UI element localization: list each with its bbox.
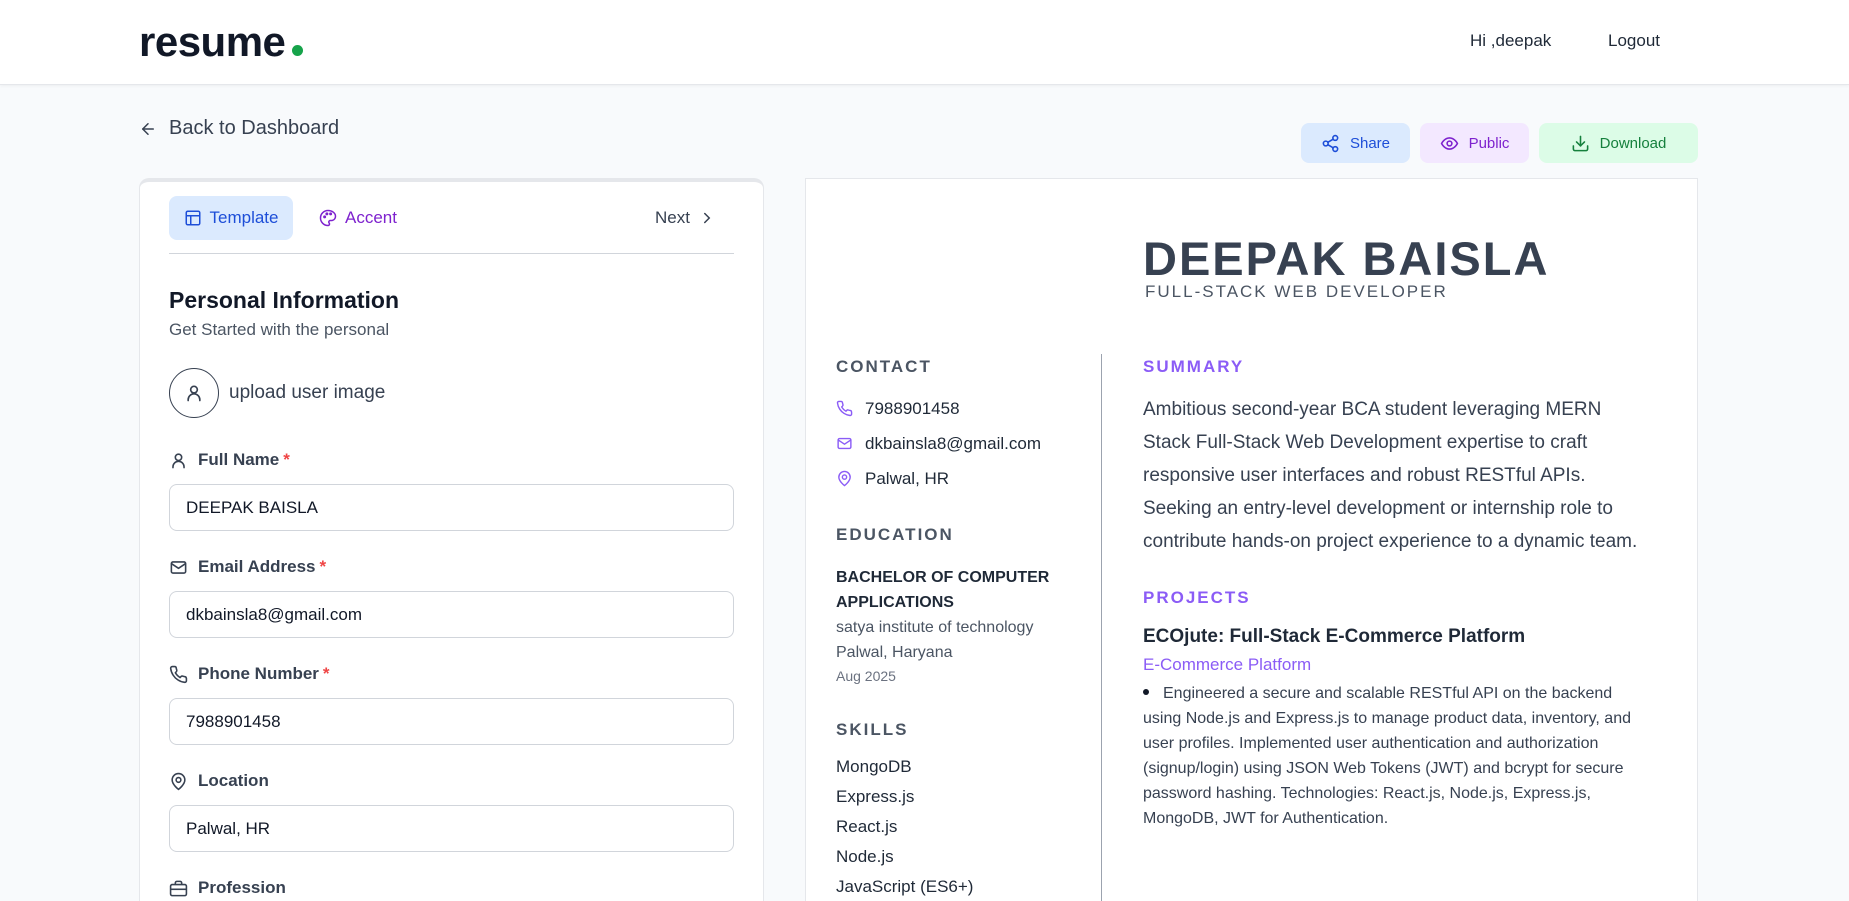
phone-icon bbox=[836, 400, 853, 417]
contact-email-text: dkbainsla8@gmail.com bbox=[865, 433, 1042, 453]
skill-item: MongoDB bbox=[836, 757, 912, 776]
logo-text: resume bbox=[139, 18, 286, 65]
required-mark: * bbox=[319, 557, 327, 576]
tab-accent[interactable]: Accent bbox=[319, 196, 397, 240]
contact-email: dkbainsla8@gmail.com bbox=[836, 426, 1076, 461]
email-field[interactable] bbox=[169, 591, 734, 638]
section-title: Personal Information bbox=[169, 287, 400, 313]
resume-right-column: SUMMARY Ambitious second-year BCA studen… bbox=[1143, 357, 1643, 831]
full-name-label-text: Full Name bbox=[198, 450, 280, 469]
user-icon bbox=[172, 452, 185, 468]
resume-name: DEEPAK BAISLA bbox=[1143, 232, 1550, 285]
location-field[interactable] bbox=[169, 805, 734, 852]
next-button[interactable]: Next bbox=[655, 196, 716, 240]
public-label: Public bbox=[1468, 134, 1510, 152]
user-greeting: Hi ,deepak bbox=[1470, 31, 1552, 50]
contact-location-text: Palwal, HR bbox=[865, 468, 950, 488]
upload-label: upload user image bbox=[229, 382, 386, 403]
profession-label: Profession bbox=[169, 878, 286, 898]
logout-button[interactable]: Logout bbox=[1608, 31, 1660, 51]
map-pin-icon bbox=[838, 470, 851, 487]
location-label: Location bbox=[169, 771, 269, 791]
skill-item: Express.js bbox=[836, 787, 915, 806]
share-button[interactable]: Share bbox=[1301, 123, 1410, 163]
education-place: Palwal, Haryana bbox=[836, 644, 953, 661]
share-icon bbox=[1322, 134, 1339, 152]
eye-icon bbox=[1440, 136, 1458, 150]
required-mark: * bbox=[322, 664, 330, 683]
profession-label-text: Profession bbox=[198, 878, 286, 897]
briefcase-icon bbox=[169, 880, 188, 896]
logo[interactable]: resume bbox=[139, 18, 304, 66]
editor-panel: Template Accent Next Personal Informatio… bbox=[139, 178, 764, 901]
education-degree: BACHELOR OF COMPUTER APPLICATIONS bbox=[836, 569, 1050, 611]
chevron-right-icon bbox=[704, 212, 711, 224]
education-institute: satya institute of technology bbox=[836, 619, 1034, 636]
email-label-text: Email Address bbox=[198, 557, 316, 576]
phone-label-text: Phone Number bbox=[198, 664, 319, 683]
projects-heading: PROJECTS bbox=[1143, 588, 1251, 607]
section-subtitle: Get Started with the personal bbox=[169, 320, 390, 339]
phone-field[interactable] bbox=[169, 698, 734, 745]
contact-location: Palwal, HR bbox=[836, 461, 1076, 496]
user-icon bbox=[187, 385, 201, 402]
summary-heading: SUMMARY bbox=[1143, 357, 1245, 376]
project-description-text: Engineered a secure and scalable RESTful… bbox=[1143, 685, 1631, 827]
skills-heading: SKILLS bbox=[836, 720, 909, 739]
mail-icon bbox=[170, 560, 187, 574]
full-name-label: Full Name * bbox=[169, 450, 290, 470]
public-toggle-button[interactable]: Public bbox=[1420, 123, 1529, 163]
bullet-marker bbox=[1143, 688, 1149, 695]
resume-left-column: CONTACT 7988901458 dkbainsla8@gmail.com … bbox=[836, 357, 1076, 901]
back-to-dashboard-link[interactable]: Back to Dashboard bbox=[139, 117, 339, 140]
mail-icon bbox=[837, 437, 852, 450]
download-icon bbox=[1572, 135, 1589, 151]
full-name-input[interactable] bbox=[169, 484, 734, 531]
upload-image-button[interactable]: upload user image bbox=[169, 368, 385, 418]
resume-title: FULL-STACK WEB DEVELOPER bbox=[1145, 282, 1448, 301]
contact-phone-text: 7988901458 bbox=[865, 398, 960, 418]
skill-item: React.js bbox=[836, 817, 898, 836]
phone-label: Phone Number * bbox=[169, 664, 330, 684]
tab-accent-label: Accent bbox=[345, 208, 397, 227]
project-type: E-Commerce Platform bbox=[1143, 655, 1312, 674]
skill-item: Node.js bbox=[836, 847, 894, 866]
avatar bbox=[169, 368, 219, 418]
download-label: Download bbox=[1599, 134, 1667, 152]
resume-preview: DEEPAK BAISLA FULL-STACK WEB DEVELOPER C… bbox=[805, 178, 1698, 901]
email-label: Email Address * bbox=[169, 557, 326, 577]
layout-icon bbox=[185, 210, 200, 226]
download-button[interactable]: Download bbox=[1539, 123, 1698, 163]
palette-icon bbox=[319, 209, 337, 227]
contact-phone: 7988901458 bbox=[836, 391, 1076, 426]
education-date: Aug 2025 bbox=[836, 668, 896, 684]
arrow-left-icon bbox=[142, 122, 154, 135]
map-pin-icon bbox=[171, 772, 186, 790]
column-divider bbox=[1101, 354, 1102, 901]
summary-text: Ambitious second-year BCA student levera… bbox=[1143, 399, 1638, 552]
project-description: Engineered a secure and scalable RESTful… bbox=[1143, 681, 1643, 831]
education-heading: EDUCATION bbox=[836, 525, 954, 544]
tab-template-label: Template bbox=[209, 208, 279, 227]
share-label: Share bbox=[1349, 134, 1391, 152]
back-label: Back to Dashboard bbox=[169, 117, 340, 139]
skill-item: JavaScript (ES6+) bbox=[836, 877, 974, 896]
tab-template[interactable]: Template bbox=[169, 196, 293, 240]
editor-tabs: Template Accent Next bbox=[169, 196, 734, 254]
logo-dot bbox=[292, 45, 304, 56]
phone-icon bbox=[169, 665, 188, 683]
top-navbar: resume Hi ,deepak Logout bbox=[0, 0, 1849, 85]
required-mark: * bbox=[283, 450, 290, 469]
location-label-text: Location bbox=[198, 771, 269, 790]
project-title: ECOjute: Full-Stack E-Commerce Platform bbox=[1143, 626, 1526, 647]
contact-heading: CONTACT bbox=[836, 357, 932, 376]
next-label: Next bbox=[655, 208, 690, 227]
